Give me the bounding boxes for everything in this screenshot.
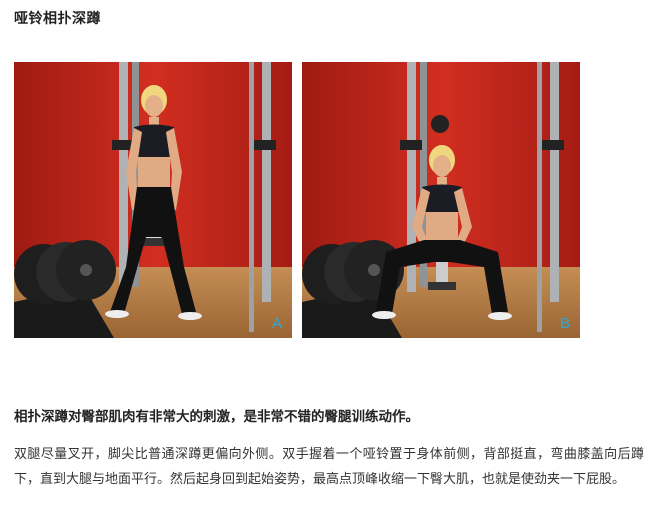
description-paragraph: 双腿尽量叉开，脚尖比普通深蹲更偏向外侧。双手握着一个哑铃置于身体前侧，背部挺直，…	[14, 447, 644, 487]
photo-a-label: A	[271, 315, 282, 332]
photo-a-scene	[14, 62, 292, 338]
exercise-photo-a: A	[14, 62, 292, 338]
page-title: 哑铃相扑深蹲	[14, 11, 101, 27]
headline: 相扑深蹲对臀部肌肉有非常大的刺激，是非常不错的臀腿训练动作。	[14, 409, 419, 425]
photo-b-scene	[302, 62, 580, 338]
photo-b-label: B	[559, 315, 570, 332]
exercise-photo-b: B	[302, 62, 580, 338]
